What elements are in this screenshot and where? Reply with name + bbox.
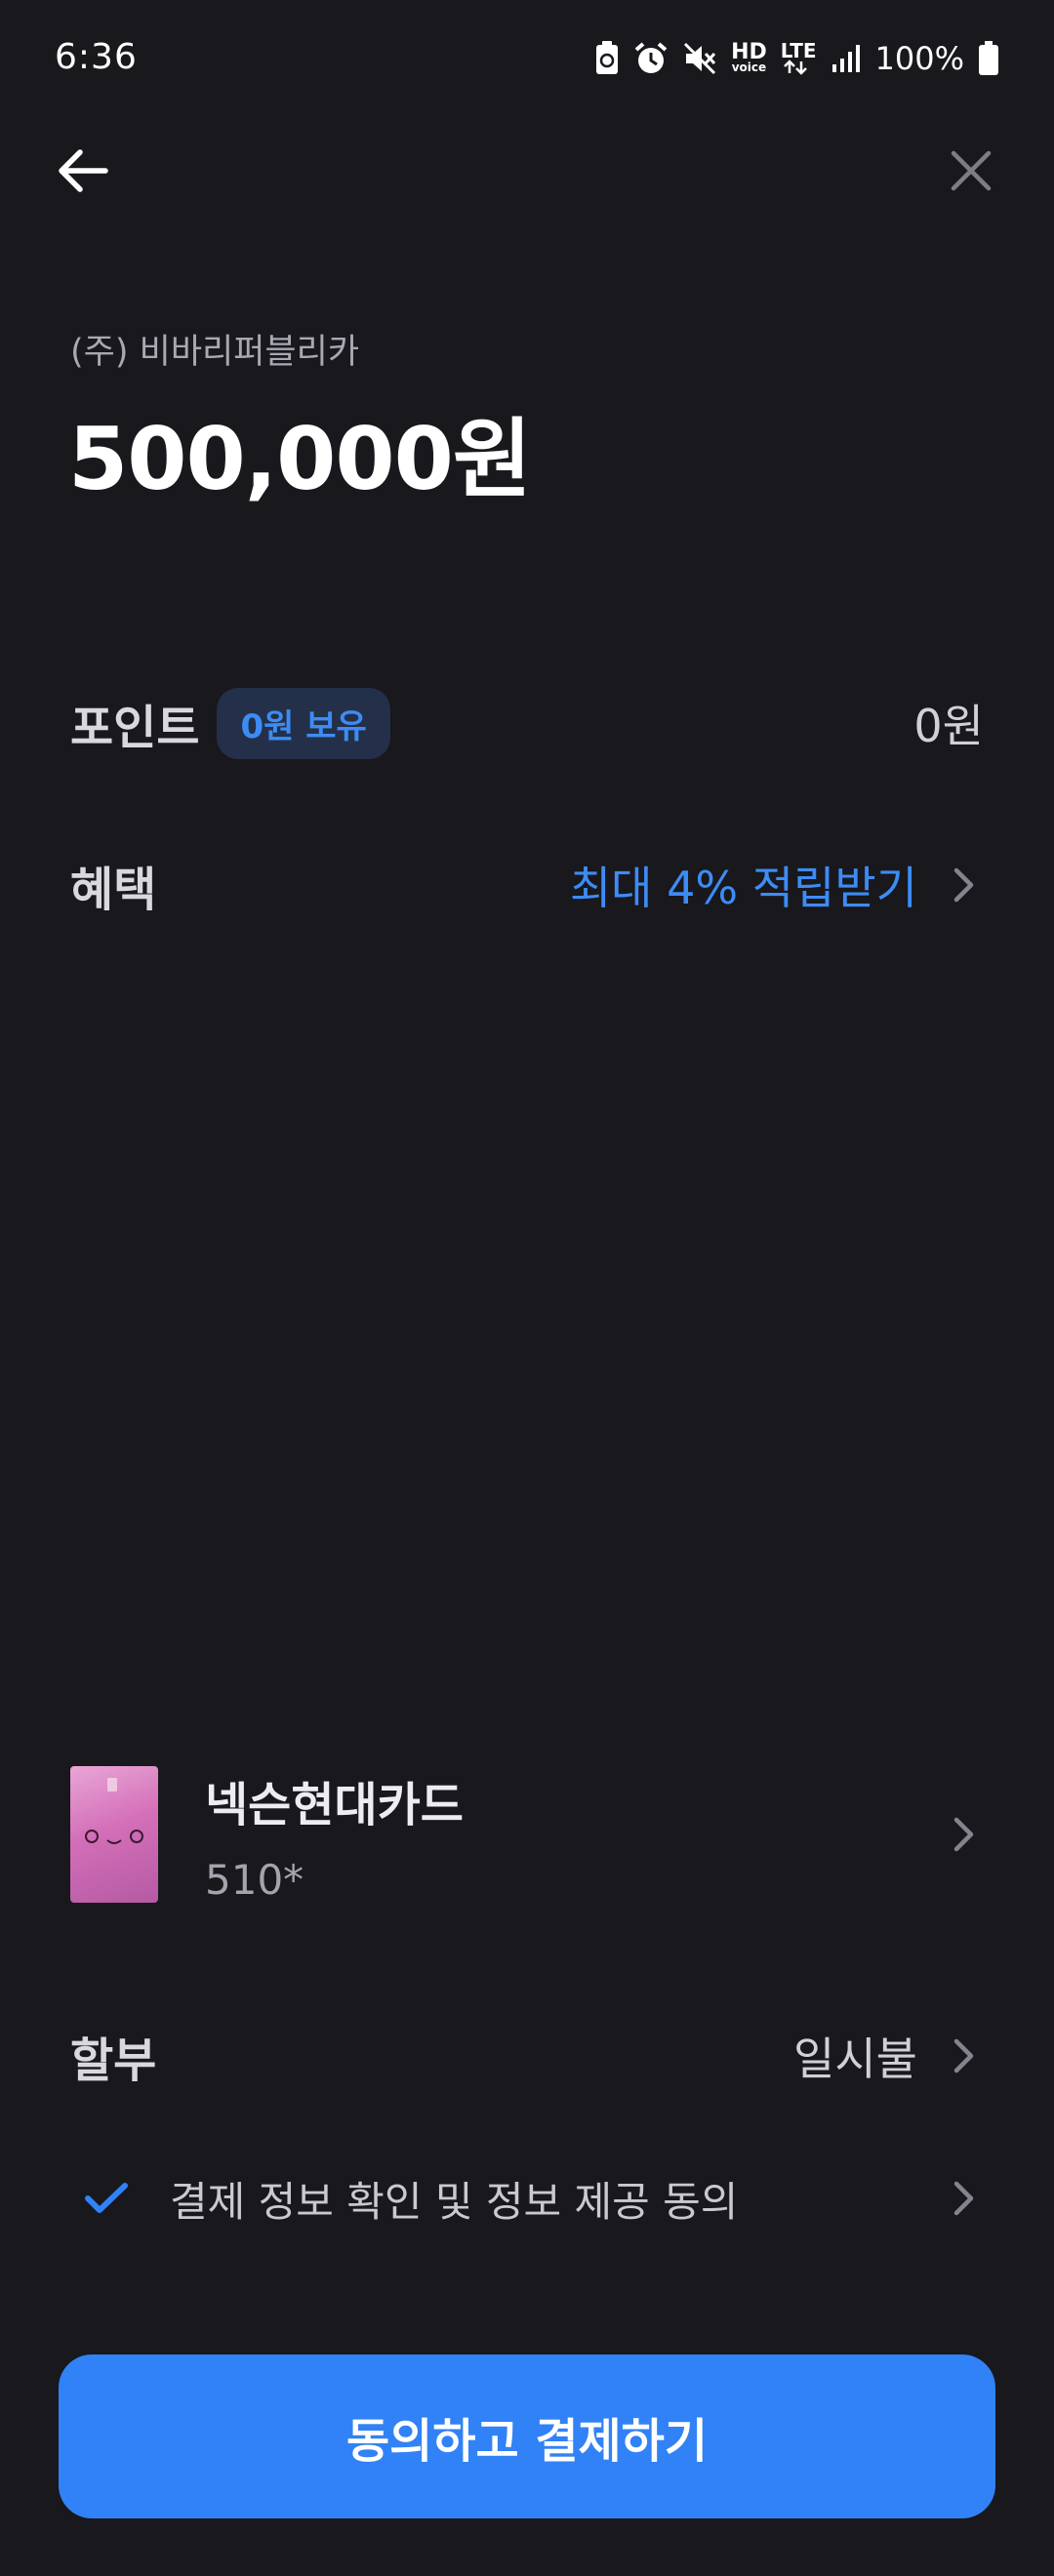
points-label: 포인트 xyxy=(70,701,200,755)
battery-percent: 100% xyxy=(874,40,964,77)
payment-amount: 500,000원 xyxy=(68,409,532,509)
points-right: 0원 xyxy=(913,691,984,755)
agreement-label: 결제 정보 확인 및 정보 제공 동의 xyxy=(170,2177,739,2226)
card-select-row[interactable]: 넥슨현대카드 510* xyxy=(70,1766,984,1904)
merchant-name: (주) 비바리퍼블리카 xyxy=(70,333,360,372)
chevron-right-icon xyxy=(945,2036,984,2075)
close-button[interactable] xyxy=(937,137,1005,205)
hd-voice-icon: HD voice xyxy=(731,40,767,74)
status-bar: 6:36 HD voice LTE 100% xyxy=(0,0,1054,117)
back-button[interactable] xyxy=(49,137,117,205)
arrow-left-icon xyxy=(59,149,108,192)
status-time: 6:36 xyxy=(55,37,138,77)
benefit-right: 최대 4% 적립받기 xyxy=(570,853,984,917)
checkmark-icon[interactable] xyxy=(82,2181,131,2216)
battery-saver-icon xyxy=(596,41,619,74)
mute-icon xyxy=(684,42,716,75)
chevron-right-icon xyxy=(945,2179,984,2218)
card-right xyxy=(917,1815,984,1854)
benefit-value: 최대 4% 적립받기 xyxy=(569,862,917,914)
installment-label: 할부 xyxy=(70,2033,157,2088)
battery-icon xyxy=(979,41,998,75)
agree-and-pay-button[interactable]: 동의하고 결제하기 xyxy=(59,2355,995,2518)
installment-value: 일시불 xyxy=(793,2033,917,2085)
lte-label: LTE xyxy=(780,39,817,62)
voice-label: voice xyxy=(731,60,767,74)
signal-icon xyxy=(831,45,860,72)
benefit-row[interactable]: 혜택 최대 4% 적립받기 xyxy=(70,851,984,919)
close-icon xyxy=(951,150,992,191)
benefit-label: 혜택 xyxy=(70,863,157,917)
installment-row[interactable]: 할부 일시불 xyxy=(70,2022,984,2090)
lte-icon: LTE xyxy=(780,39,817,75)
agreement-right xyxy=(917,2179,984,2218)
card-image xyxy=(70,1766,158,1903)
chevron-right-icon xyxy=(945,1815,984,1854)
alarm-icon xyxy=(634,42,668,73)
hd-label: HD xyxy=(731,40,767,64)
status-icons: HD voice LTE 100% xyxy=(594,37,999,80)
chevron-right-icon xyxy=(945,865,984,905)
agreement-row[interactable]: 결제 정보 확인 및 정보 제공 동의 xyxy=(70,2164,984,2233)
card-info: 넥슨현대카드 510* xyxy=(205,1766,464,1904)
card-name: 넥슨현대카드 xyxy=(205,1777,464,1832)
pay-button-label: 동의하고 결제하기 xyxy=(346,2414,708,2469)
points-value[interactable]: 0원 xyxy=(913,691,984,755)
payment-screen: 6:36 HD voice LTE 100% (주) 비바리퍼블리카 500,0… xyxy=(0,0,1054,2576)
installment-right: 일시불 xyxy=(793,2024,984,2088)
points-balance-badge: 0원 보유 xyxy=(217,687,390,759)
card-number: 510* xyxy=(205,1855,304,1904)
points-row[interactable]: 포인트 0원 보유 0원 xyxy=(70,687,984,759)
